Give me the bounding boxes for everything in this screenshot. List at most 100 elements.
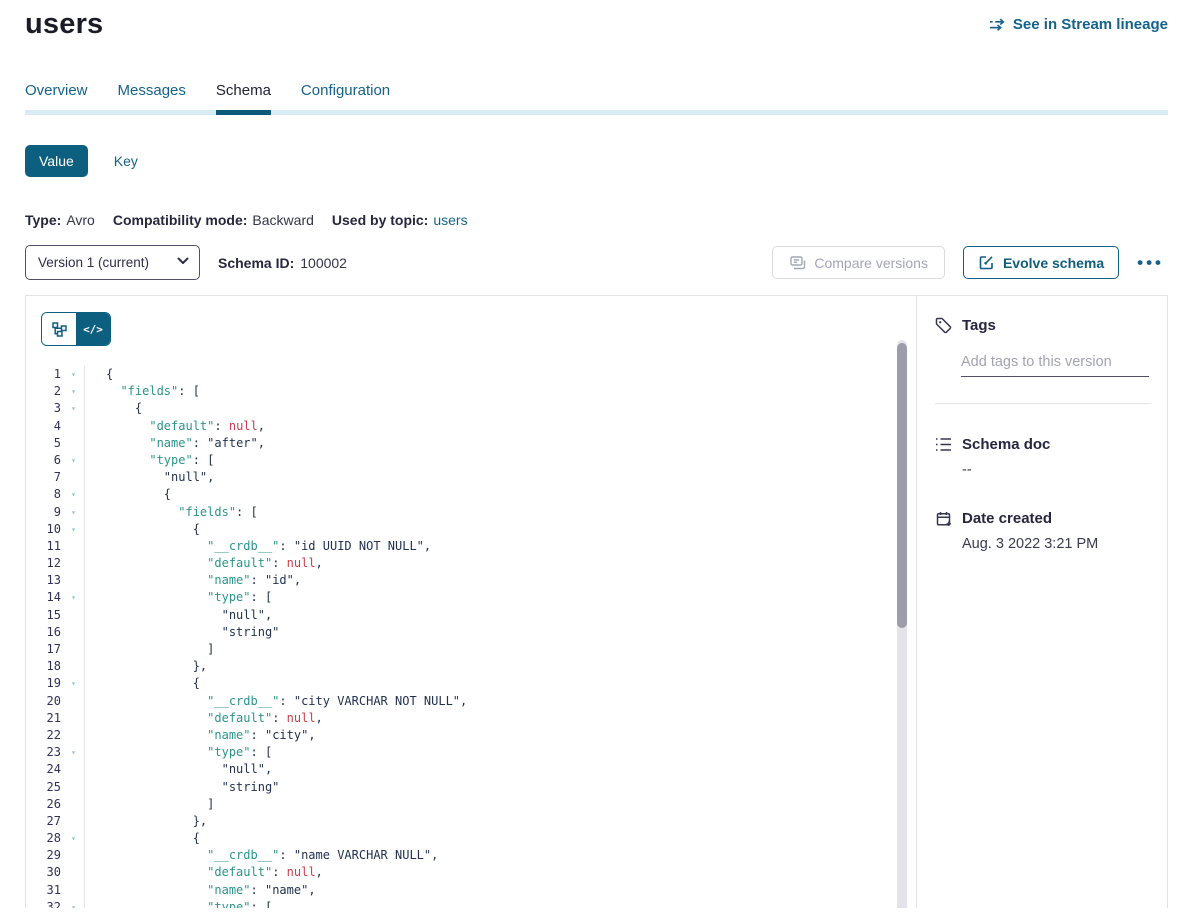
code-line-text: { bbox=[84, 521, 200, 538]
code-line: 7 "null", bbox=[26, 469, 916, 486]
line-number: 19 bbox=[26, 675, 63, 692]
line-number: 1 bbox=[26, 366, 63, 383]
line-number: 28 bbox=[26, 830, 63, 847]
line-number: 15 bbox=[26, 607, 63, 624]
calendar-icon bbox=[935, 510, 952, 527]
fold-arrow-icon[interactable]: ▾ bbox=[63, 452, 84, 469]
tab-schema[interactable]: Schema bbox=[216, 82, 271, 100]
topic-link[interactable]: users bbox=[433, 212, 467, 228]
fold-arrow-icon[interactable]: ▾ bbox=[63, 675, 84, 692]
code-line-text: "null", bbox=[84, 761, 272, 778]
code-line: 20 "__crdb__": "city VARCHAR NOT NULL", bbox=[26, 693, 916, 710]
fold-gutter bbox=[63, 641, 84, 658]
more-options-button[interactable]: ••• bbox=[1133, 253, 1168, 273]
code-line: 10▾ { bbox=[26, 521, 916, 538]
code-line: 4 "default": null, bbox=[26, 418, 916, 435]
page-header: users See in Stream lineage bbox=[25, 0, 1168, 54]
schema-code-editor[interactable]: 1▾{2▾ "fields": [3▾ {4 "default": null,5… bbox=[26, 366, 916, 908]
fold-arrow-icon[interactable]: ▾ bbox=[63, 486, 84, 503]
schema-doc-title: Schema doc bbox=[962, 436, 1050, 453]
code-line: 27 }, bbox=[26, 813, 916, 830]
date-created-value: Aug. 3 2022 3:21 PM bbox=[962, 536, 1151, 552]
code-line: 8▾ { bbox=[26, 486, 916, 503]
code-line-text: { bbox=[84, 366, 113, 383]
line-number: 32 bbox=[26, 899, 63, 908]
line-number: 25 bbox=[26, 779, 63, 796]
line-number: 9 bbox=[26, 504, 63, 521]
code-line-text: "__crdb__": "city VARCHAR NOT NULL", bbox=[84, 693, 467, 710]
schema-id-label: Schema ID: bbox=[218, 255, 294, 271]
evolve-schema-button[interactable]: Evolve schema bbox=[963, 246, 1119, 279]
fold-arrow-icon[interactable]: ▾ bbox=[63, 400, 84, 417]
fold-arrow-icon[interactable]: ▾ bbox=[63, 383, 84, 400]
compatibility-label: Compatibility mode: bbox=[113, 212, 248, 228]
meta-topic: Used by topic: users bbox=[332, 212, 468, 228]
line-number: 7 bbox=[26, 469, 63, 486]
code-line: 26 ] bbox=[26, 796, 916, 813]
key-button[interactable]: Key bbox=[114, 153, 138, 169]
line-number: 18 bbox=[26, 658, 63, 675]
compare-versions-button[interactable]: Compare versions bbox=[772, 246, 945, 279]
line-number: 26 bbox=[26, 796, 63, 813]
fold-arrow-icon[interactable]: ▾ bbox=[63, 521, 84, 538]
code-line: 24 "null", bbox=[26, 761, 916, 778]
fold-arrow-icon[interactable]: ▾ bbox=[63, 830, 84, 847]
fold-arrow-icon[interactable]: ▾ bbox=[63, 589, 84, 606]
fold-arrow-icon[interactable]: ▾ bbox=[63, 899, 84, 908]
code-line: 32▾ "type": [ bbox=[26, 899, 916, 908]
code-line: 25 "string" bbox=[26, 779, 916, 796]
schema-doc-value: -- bbox=[962, 462, 1151, 478]
see-in-stream-lineage-link[interactable]: See in Stream lineage bbox=[989, 16, 1168, 33]
code-view-icon: </> bbox=[83, 323, 103, 336]
add-tags-input[interactable] bbox=[961, 351, 1149, 377]
code-line: 15 "null", bbox=[26, 607, 916, 624]
tab-configuration[interactable]: Configuration bbox=[301, 82, 390, 100]
line-number: 10 bbox=[26, 521, 63, 538]
fold-gutter bbox=[63, 864, 84, 881]
fold-gutter bbox=[63, 727, 84, 744]
value-button[interactable]: Value bbox=[25, 145, 88, 177]
code-line-text: "type": [ bbox=[84, 589, 272, 606]
fold-gutter bbox=[63, 435, 84, 452]
code-line-text: "type": [ bbox=[84, 452, 214, 469]
fold-arrow-icon[interactable]: ▾ bbox=[63, 366, 84, 383]
meta-type: Type: Avro bbox=[25, 212, 95, 228]
tab-overview[interactable]: Overview bbox=[25, 82, 88, 100]
line-number: 27 bbox=[26, 813, 63, 830]
fold-gutter bbox=[63, 469, 84, 486]
code-line-text: "default": null, bbox=[84, 418, 265, 435]
schema-editor-panel: </> 1▾{2▾ "fields": [3▾ {4 "default": nu… bbox=[26, 296, 917, 908]
code-line-text: }, bbox=[84, 813, 207, 830]
code-view-button[interactable]: </> bbox=[76, 313, 110, 345]
fold-gutter bbox=[63, 418, 84, 435]
edit-icon bbox=[978, 254, 995, 271]
line-number: 6 bbox=[26, 452, 63, 469]
fold-arrow-icon[interactable]: ▾ bbox=[63, 744, 84, 761]
code-line: 16 "string" bbox=[26, 624, 916, 641]
tab-messages[interactable]: Messages bbox=[118, 82, 186, 100]
page-title: users bbox=[25, 8, 103, 41]
code-line: 3▾ { bbox=[26, 400, 916, 417]
code-line: 5 "name": "after", bbox=[26, 435, 916, 452]
version-select[interactable]: Version 1 (current) bbox=[25, 245, 200, 280]
editor-scrollbar-thumb[interactable] bbox=[897, 343, 907, 628]
fold-gutter bbox=[63, 693, 84, 710]
code-line-text: { bbox=[84, 675, 200, 692]
code-line-text: "name": "city", bbox=[84, 727, 316, 744]
topic-label: Used by topic: bbox=[332, 212, 428, 228]
code-line-text: "type": [ bbox=[84, 744, 272, 761]
fold-gutter bbox=[63, 882, 84, 899]
code-line-text: "name": "after", bbox=[84, 435, 265, 452]
line-number: 2 bbox=[26, 383, 63, 400]
compare-versions-label: Compare versions bbox=[814, 255, 928, 271]
value-key-toggle: Value Key bbox=[25, 145, 1168, 177]
compatibility-value: Backward bbox=[252, 212, 313, 228]
tree-view-button[interactable] bbox=[42, 313, 76, 345]
code-line-text: "null", bbox=[84, 469, 214, 486]
code-line: 13 "name": "id", bbox=[26, 572, 916, 589]
line-number: 8 bbox=[26, 486, 63, 503]
fold-arrow-icon[interactable]: ▾ bbox=[63, 504, 84, 521]
code-line-text: "string" bbox=[84, 779, 279, 796]
editor-scrollbar-track[interactable] bbox=[897, 340, 907, 908]
date-created-header: Date created bbox=[935, 510, 1151, 527]
